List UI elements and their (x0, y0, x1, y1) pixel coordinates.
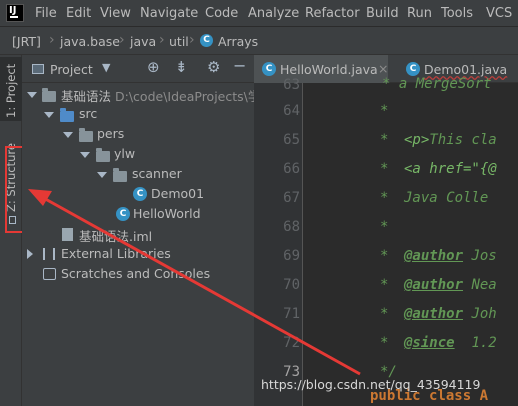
watermark: https://blog.csdn.net/qq_43594119 (261, 377, 481, 392)
annotation-arrow (28, 189, 361, 376)
